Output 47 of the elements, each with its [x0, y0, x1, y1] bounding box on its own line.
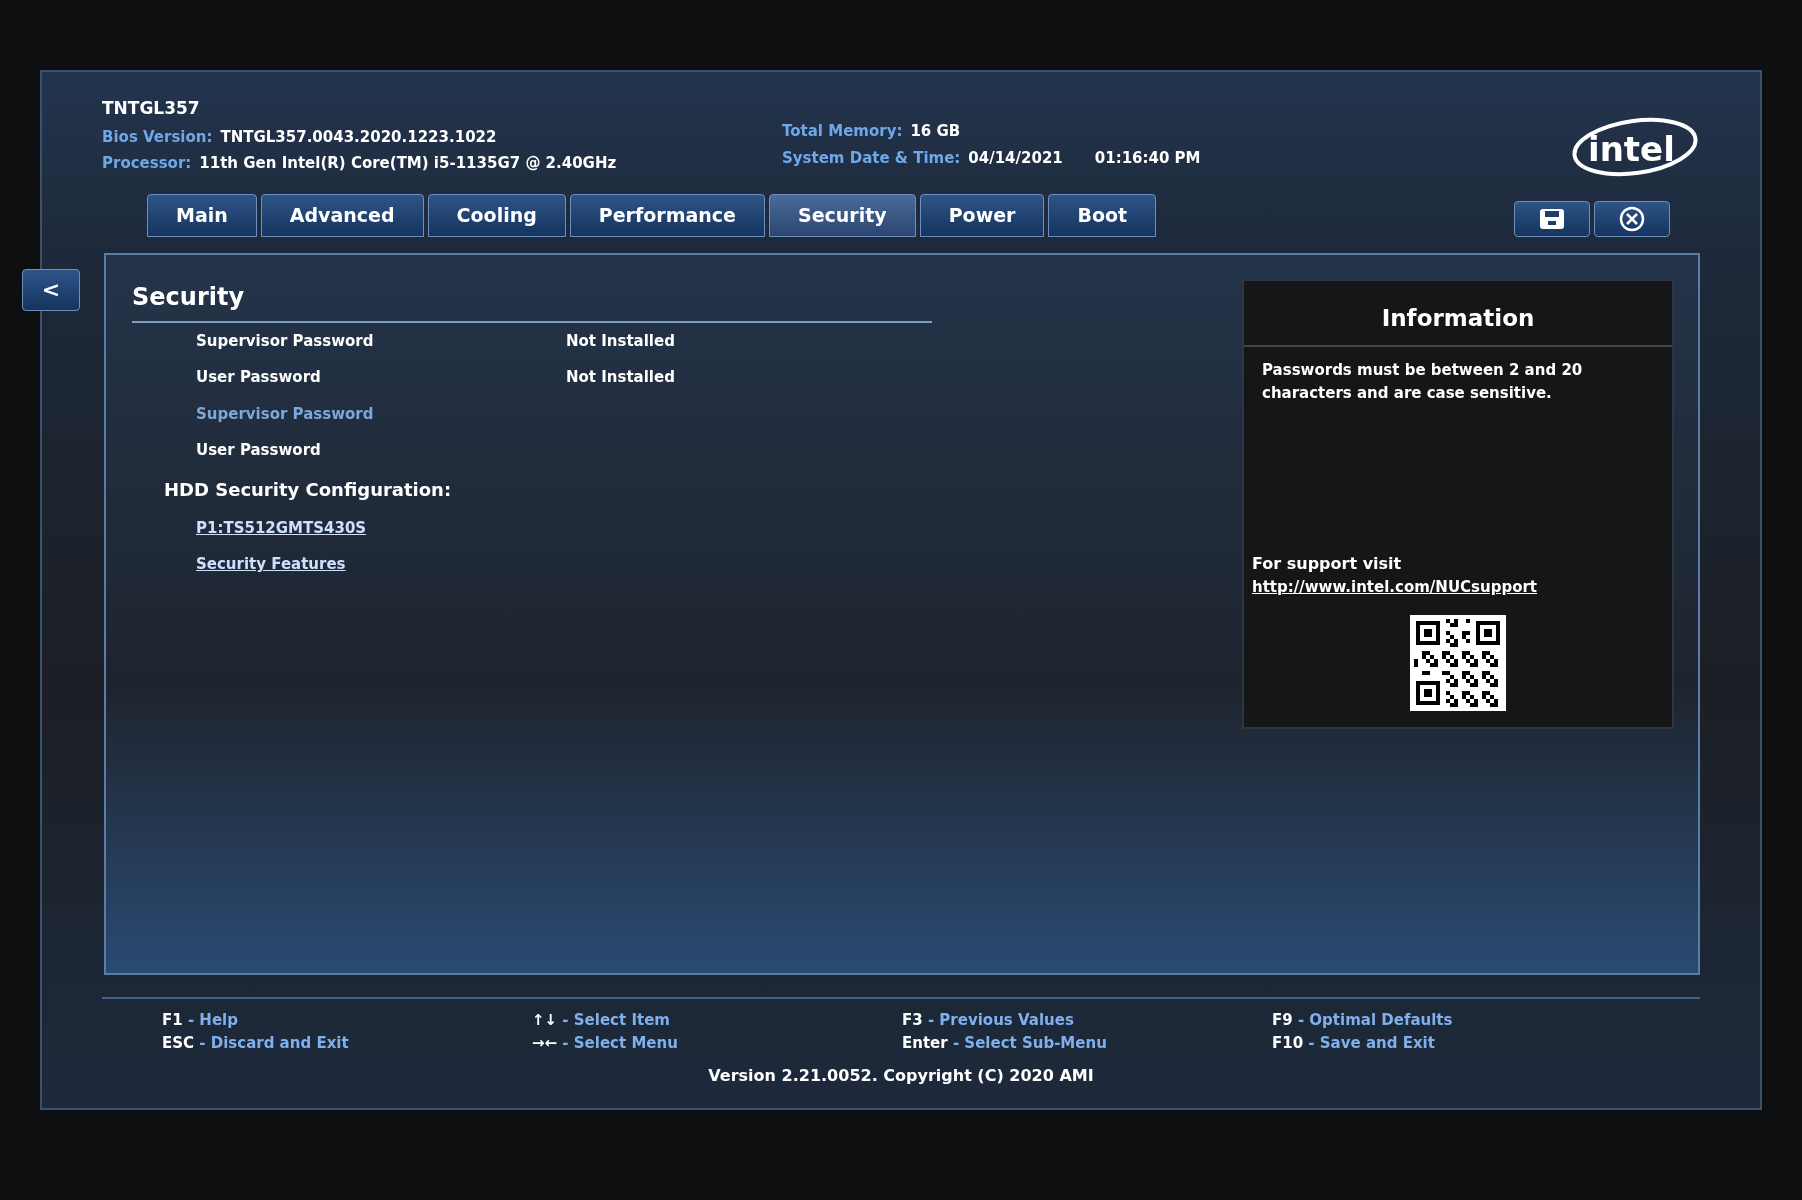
key-hint: F3 - Previous Values [902, 1010, 1075, 1031]
menu-link[interactable]: P1:TS512GMTS430S [196, 516, 566, 539]
info-value: 04/14/2021 [968, 147, 1063, 169]
info-label: Processor: [102, 153, 192, 174]
key-hint: →← - Select Menu [532, 1032, 679, 1054]
setting-label[interactable]: User Password [196, 439, 566, 462]
save-button[interactable] [1514, 200, 1590, 237]
info-label: System Date & Time: [782, 147, 961, 169]
tab[interactable]: Cooling [427, 194, 566, 237]
version-text: Version 2.21.0052. Copyright (C) 2020 AMI [707, 1065, 1095, 1087]
info-title: Information [1244, 280, 1672, 347]
tab[interactable]: Advanced [260, 194, 424, 237]
back-button[interactable]: < [22, 268, 80, 311]
info-label: Bios Version: [102, 126, 213, 148]
setting-label[interactable]: User Password [196, 366, 566, 389]
key-hint: ESC - Discard and Exit [162, 1032, 350, 1054]
setting-label[interactable]: Supervisor Password [196, 402, 566, 425]
key-hint: F1 - Help [162, 1010, 239, 1031]
save-icon [1539, 207, 1565, 230]
section-heading: HDD Security Configuration: [164, 477, 453, 502]
key-hint: ↑↓ - Select Item [532, 1010, 671, 1031]
info-text: Passwords must be between 2 and 20 characters and are case sensitive. [1261, 360, 1584, 404]
intel-logo: intel [1570, 116, 1700, 178]
tab[interactable]: Power [919, 194, 1045, 237]
tab[interactable]: Main [147, 194, 257, 237]
info-value: 11th Gen Intel(R) Core(TM) i5-1135G7 @ 2.40GHz [199, 153, 617, 174]
setting-value: Not Installed [566, 367, 675, 388]
setting-label[interactable]: Supervisor Password [196, 329, 566, 352]
menu-link[interactable]: Security Features [196, 553, 566, 576]
support-link[interactable]: http://www.intel.com/NUCsupport [1252, 576, 1664, 599]
info-label: Total Memory: [782, 121, 903, 142]
model-name: TNTGL357 [102, 97, 201, 120]
key-hint: Enter - Select Sub-Menu [902, 1032, 1108, 1054]
setting-value: Not Installed [566, 330, 675, 352]
qr-code-icon [1410, 614, 1506, 711]
close-icon [1619, 205, 1645, 232]
tab[interactable]: Security [768, 194, 916, 237]
support-label: For support visit [1252, 553, 1403, 575]
tab[interactable]: Boot [1048, 194, 1157, 237]
panel-title: Security [132, 278, 932, 323]
key-hint: F9 - Optimal Defaults [1272, 1010, 1454, 1031]
key-hint: F10 - Save and Exit [1272, 1032, 1436, 1054]
close-button[interactable] [1594, 200, 1670, 237]
info-value: 16 GB [910, 121, 961, 142]
tab[interactable]: Performance [569, 194, 765, 237]
time-value: 01:16:40 PM [1094, 147, 1201, 169]
info-value: TNTGL357.0043.2020.1223.1022 [220, 126, 497, 148]
